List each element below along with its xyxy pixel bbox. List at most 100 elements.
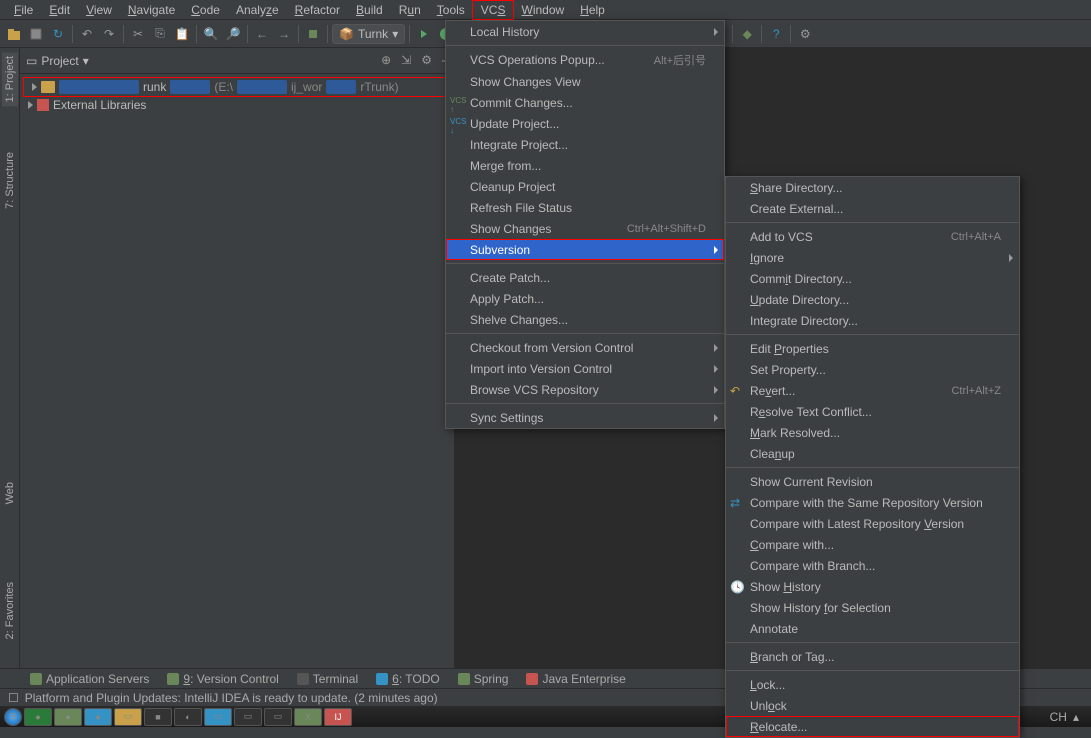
mi-mark-resolved[interactable]: Mark Resolved... <box>726 422 1019 443</box>
task-item[interactable]: ■ <box>144 708 172 726</box>
run-config-selector[interactable]: 📦 Turnk ▾ <box>332 24 405 44</box>
save-icon[interactable] <box>26 24 46 44</box>
ime-indicator[interactable]: CH <box>1050 710 1067 724</box>
status-icon[interactable]: ☐ <box>8 691 19 705</box>
mi-show-rev[interactable]: Show Current Revision <box>726 471 1019 492</box>
task-item[interactable]: X <box>294 708 322 726</box>
project-tree[interactable]: runk (E:\ ij_wor rTrunk) External Librar… <box>20 74 454 118</box>
mi-local-history[interactable]: Local History <box>446 21 724 42</box>
tab-project[interactable]: 1: Project <box>2 52 18 106</box>
menu-help[interactable]: Help <box>572 1 613 19</box>
mi-cmp-latest[interactable]: Compare with Latest Repository Version <box>726 513 1019 534</box>
tab-favorites[interactable]: 2: Favorites <box>2 578 18 643</box>
settings-icon[interactable]: ⚙ <box>795 24 815 44</box>
paste-icon[interactable]: 📋 <box>172 24 192 44</box>
mi-apply-patch[interactable]: Apply Patch... <box>446 288 724 309</box>
bt-spring[interactable]: Spring <box>458 672 509 686</box>
mi-shelve[interactable]: Shelve Changes... <box>446 309 724 330</box>
menu-code[interactable]: Code <box>183 1 228 19</box>
mi-sync[interactable]: Sync Settings <box>446 407 724 428</box>
mi-resolve[interactable]: Resolve Text Conflict... <box>726 401 1019 422</box>
find-icon[interactable]: 🔍 <box>201 24 221 44</box>
mi-edit-props[interactable]: Edit Properties <box>726 338 1019 359</box>
task-item[interactable]: ● <box>84 708 112 726</box>
build-icon[interactable] <box>303 24 323 44</box>
mi-integrate[interactable]: Integrate Project... <box>446 134 724 155</box>
mi-revert[interactable]: ↶Revert...Ctrl+Alt+Z <box>726 380 1019 401</box>
copy-icon[interactable]: ⎘ <box>150 24 170 44</box>
expand-icon[interactable] <box>32 83 37 91</box>
task-item[interactable]: ▭ <box>114 708 142 726</box>
replace-icon[interactable]: 🔎 <box>223 24 243 44</box>
bt-vc[interactable]: 9: Version Control <box>167 672 278 686</box>
chevron-down-icon[interactable]: ▾ <box>83 54 89 68</box>
sync-icon[interactable]: ↻ <box>48 24 68 44</box>
mi-share[interactable]: Share Directory... <box>726 177 1019 198</box>
mi-cmp-with[interactable]: Compare with... <box>726 534 1019 555</box>
mi-commit-dir[interactable]: Commit Directory... <box>726 268 1019 289</box>
mi-cleanup2[interactable]: Cleanup <box>726 443 1019 464</box>
bt-app-servers[interactable]: Application Servers <box>30 672 149 686</box>
menu-analyze[interactable]: Analyze <box>228 1 287 19</box>
mi-commit[interactable]: VCS↑Commit Changes... <box>446 92 724 113</box>
help-icon[interactable]: ? <box>766 24 786 44</box>
mi-integrate-dir[interactable]: Integrate Directory... <box>726 310 1019 331</box>
bt-todo[interactable]: 6: TODO <box>376 672 440 686</box>
mi-update-dir[interactable]: Update Directory... <box>726 289 1019 310</box>
menu-view[interactable]: View <box>78 1 120 19</box>
expand-icon[interactable] <box>28 101 33 109</box>
task-item[interactable]: ● <box>24 708 52 726</box>
mi-checkout[interactable]: Checkout from Version Control <box>446 337 724 358</box>
mi-cmp-branch[interactable]: Compare with Branch... <box>726 555 1019 576</box>
task-item[interactable]: ◐ <box>174 708 202 726</box>
menu-tools[interactable]: Tools <box>429 1 473 19</box>
menu-edit[interactable]: Edit <box>41 1 78 19</box>
back-icon[interactable]: ← <box>252 24 272 44</box>
task-item[interactable]: ● <box>54 708 82 726</box>
mi-import[interactable]: Import into Version Control <box>446 358 724 379</box>
mi-cmp-same[interactable]: ⇄Compare with the Same Repository Versio… <box>726 492 1019 513</box>
scroll-from-source-icon[interactable]: ⊕ <box>381 53 391 68</box>
mi-vcs-ops[interactable]: VCS Operations Popup...Alt+后引号 <box>446 49 724 71</box>
gear-icon[interactable]: ⚙ <box>421 53 432 68</box>
cut-icon[interactable]: ✂ <box>128 24 148 44</box>
mi-set-prop[interactable]: Set Property... <box>726 359 1019 380</box>
mi-show-changes-view[interactable]: Show Changes View <box>446 71 724 92</box>
tab-structure[interactable]: 7: Structure <box>2 148 18 213</box>
menu-run[interactable]: Run <box>391 1 429 19</box>
mi-ignore[interactable]: Ignore <box>726 247 1019 268</box>
open-icon[interactable] <box>4 24 24 44</box>
mi-branch-tag[interactable]: Branch or Tag... <box>726 646 1019 667</box>
collapse-icon[interactable]: ⇲ <box>401 53 411 68</box>
menu-window[interactable]: Window <box>513 1 572 19</box>
mi-update[interactable]: VCS↓Update Project... <box>446 113 724 134</box>
mi-create-ext[interactable]: Create External... <box>726 198 1019 219</box>
mi-show-hist-sel[interactable]: Show History for Selection <box>726 597 1019 618</box>
undo-icon[interactable]: ↶ <box>77 24 97 44</box>
mi-refresh[interactable]: Refresh File Status <box>446 197 724 218</box>
bt-terminal[interactable]: Terminal <box>297 672 358 686</box>
mi-browse-repo[interactable]: Browse VCS Repository <box>446 379 724 400</box>
menu-build[interactable]: Build <box>348 1 391 19</box>
mi-create-patch[interactable]: Create Patch... <box>446 267 724 288</box>
task-item[interactable]: IJ <box>324 708 352 726</box>
android-icon[interactable]: ◆ <box>737 24 757 44</box>
task-item[interactable]: ▭ <box>204 708 232 726</box>
mi-cleanup[interactable]: Cleanup Project <box>446 176 724 197</box>
mi-annotate[interactable]: Annotate <box>726 618 1019 639</box>
mi-show-hist[interactable]: 🕓Show History <box>726 576 1019 597</box>
mi-unlock[interactable]: Unlock <box>726 695 1019 716</box>
run-icon[interactable] <box>414 24 434 44</box>
tree-root[interactable]: runk (E:\ ij_wor rTrunk) <box>24 78 450 96</box>
tab-web[interactable]: Web <box>2 478 18 508</box>
bt-java-ee[interactable]: Java Enterprise <box>526 672 625 686</box>
mi-subversion[interactable]: Subversion <box>446 239 724 260</box>
mi-show-changes[interactable]: Show ChangesCtrl+Alt+Shift+D <box>446 218 724 239</box>
tray-chevron-icon[interactable]: ▴ <box>1073 710 1079 724</box>
tree-external-libs[interactable]: External Libraries <box>20 96 454 114</box>
mi-add-vcs[interactable]: Add to VCSCtrl+Alt+A <box>726 226 1019 247</box>
start-button[interactable]: ⊞ <box>4 708 22 726</box>
fwd-icon[interactable]: → <box>274 24 294 44</box>
menu-file[interactable]: File <box>6 1 41 19</box>
mi-merge[interactable]: Merge from... <box>446 155 724 176</box>
